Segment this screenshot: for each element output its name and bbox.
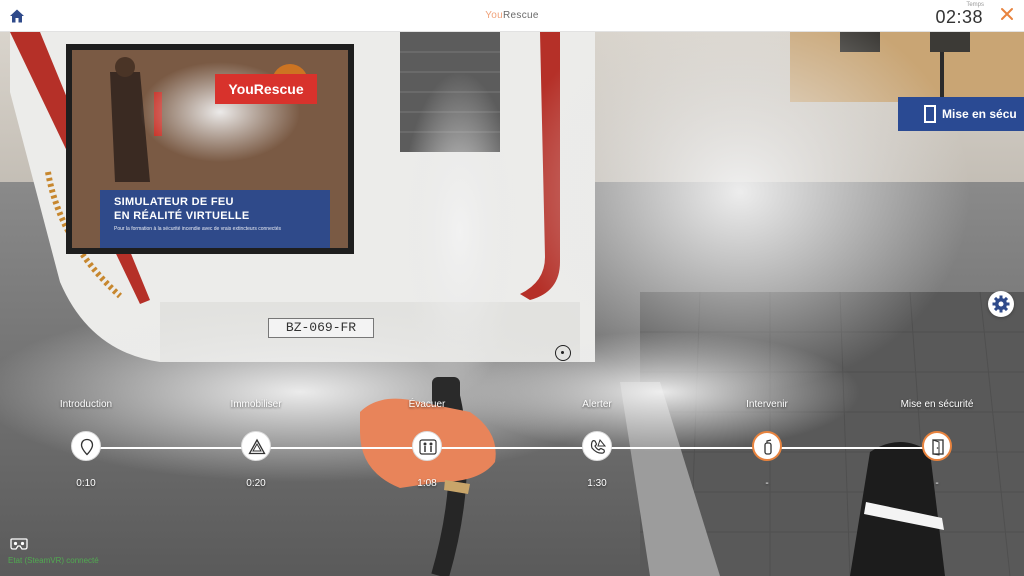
close-icon[interactable] <box>998 5 1016 23</box>
poster-small-text: Pour la formation à la sécurité incendie… <box>114 226 282 232</box>
step-node[interactable] <box>241 431 271 461</box>
aim-crosshair <box>555 345 571 361</box>
app-title: YouRescue <box>0 10 1024 21</box>
step-title: Introduction <box>59 399 113 410</box>
timeline-step-alerter: Alerter 1:30 <box>527 398 667 489</box>
top-bar: YouRescue Temps 02:38 <box>0 0 1024 32</box>
step-node[interactable] <box>582 431 612 461</box>
scenario-timeline: Introduction 0:10 Immobiliser 0:20 Évacu… <box>0 398 1024 508</box>
signboard-label: Mise en sécu <box>942 107 1017 121</box>
exit-door-icon <box>932 439 944 456</box>
settings-button[interactable] <box>988 291 1014 317</box>
step-time: - <box>765 478 769 489</box>
session-timer: 02:38 <box>935 7 983 27</box>
vr-headset-icon <box>10 538 28 550</box>
step-title: Intervenir <box>746 399 788 410</box>
step-title: Alerter <box>582 399 612 410</box>
timeline-step-intervenir: Intervenir - <box>697 398 837 489</box>
app-title-part2: Rescue <box>503 10 539 21</box>
step-title: Mise en sécurité <box>900 399 974 410</box>
exit-door-icon <box>924 105 936 123</box>
safety-signboard: Mise en sécu <box>898 97 1024 131</box>
step-title: Immobiliser <box>230 399 282 410</box>
step-time: - <box>935 478 939 489</box>
step-node[interactable] <box>71 431 101 461</box>
extinguisher-icon <box>764 439 772 455</box>
poster-brand-logo: YouRescue <box>215 74 317 104</box>
step-title: Évacuer <box>408 399 446 410</box>
step-node[interactable] <box>752 431 782 461</box>
evacuate-people-icon <box>419 439 437 455</box>
poster-caption: SIMULATEUR DE FEU EN RÉALITÉ VIRTUELLE P… <box>100 190 330 248</box>
poster-headline-1: SIMULATEUR DE FEU <box>114 196 234 208</box>
vr-connection-status: Etat (SteamVR) connecté <box>8 556 99 565</box>
warning-triangle-icon <box>248 438 266 455</box>
gear-icon <box>992 295 1010 313</box>
timeline-step-evacuer: Évacuer 1:08 <box>357 398 497 489</box>
timeline-step-mise-en-securite: Mise en sécurité - <box>867 398 1007 489</box>
timeline-step-introduction: Introduction 0:10 <box>16 398 156 489</box>
step-time: 1:30 <box>587 478 607 489</box>
app-title-part1: You <box>485 10 504 21</box>
location-pin-icon <box>80 438 94 456</box>
step-time: 0:10 <box>76 478 96 489</box>
step-time: 1:08 <box>417 478 437 489</box>
step-node[interactable] <box>922 431 952 461</box>
poster-headline-2: EN RÉALITÉ VIRTUELLE <box>114 210 250 222</box>
license-plate: BZ-069-FR <box>268 318 374 338</box>
timeline-step-immobiliser: Immobiliser 0:20 <box>186 398 326 489</box>
step-time: 0:20 <box>246 478 266 489</box>
step-node[interactable] <box>412 431 442 461</box>
phone-alert-icon <box>590 438 607 454</box>
